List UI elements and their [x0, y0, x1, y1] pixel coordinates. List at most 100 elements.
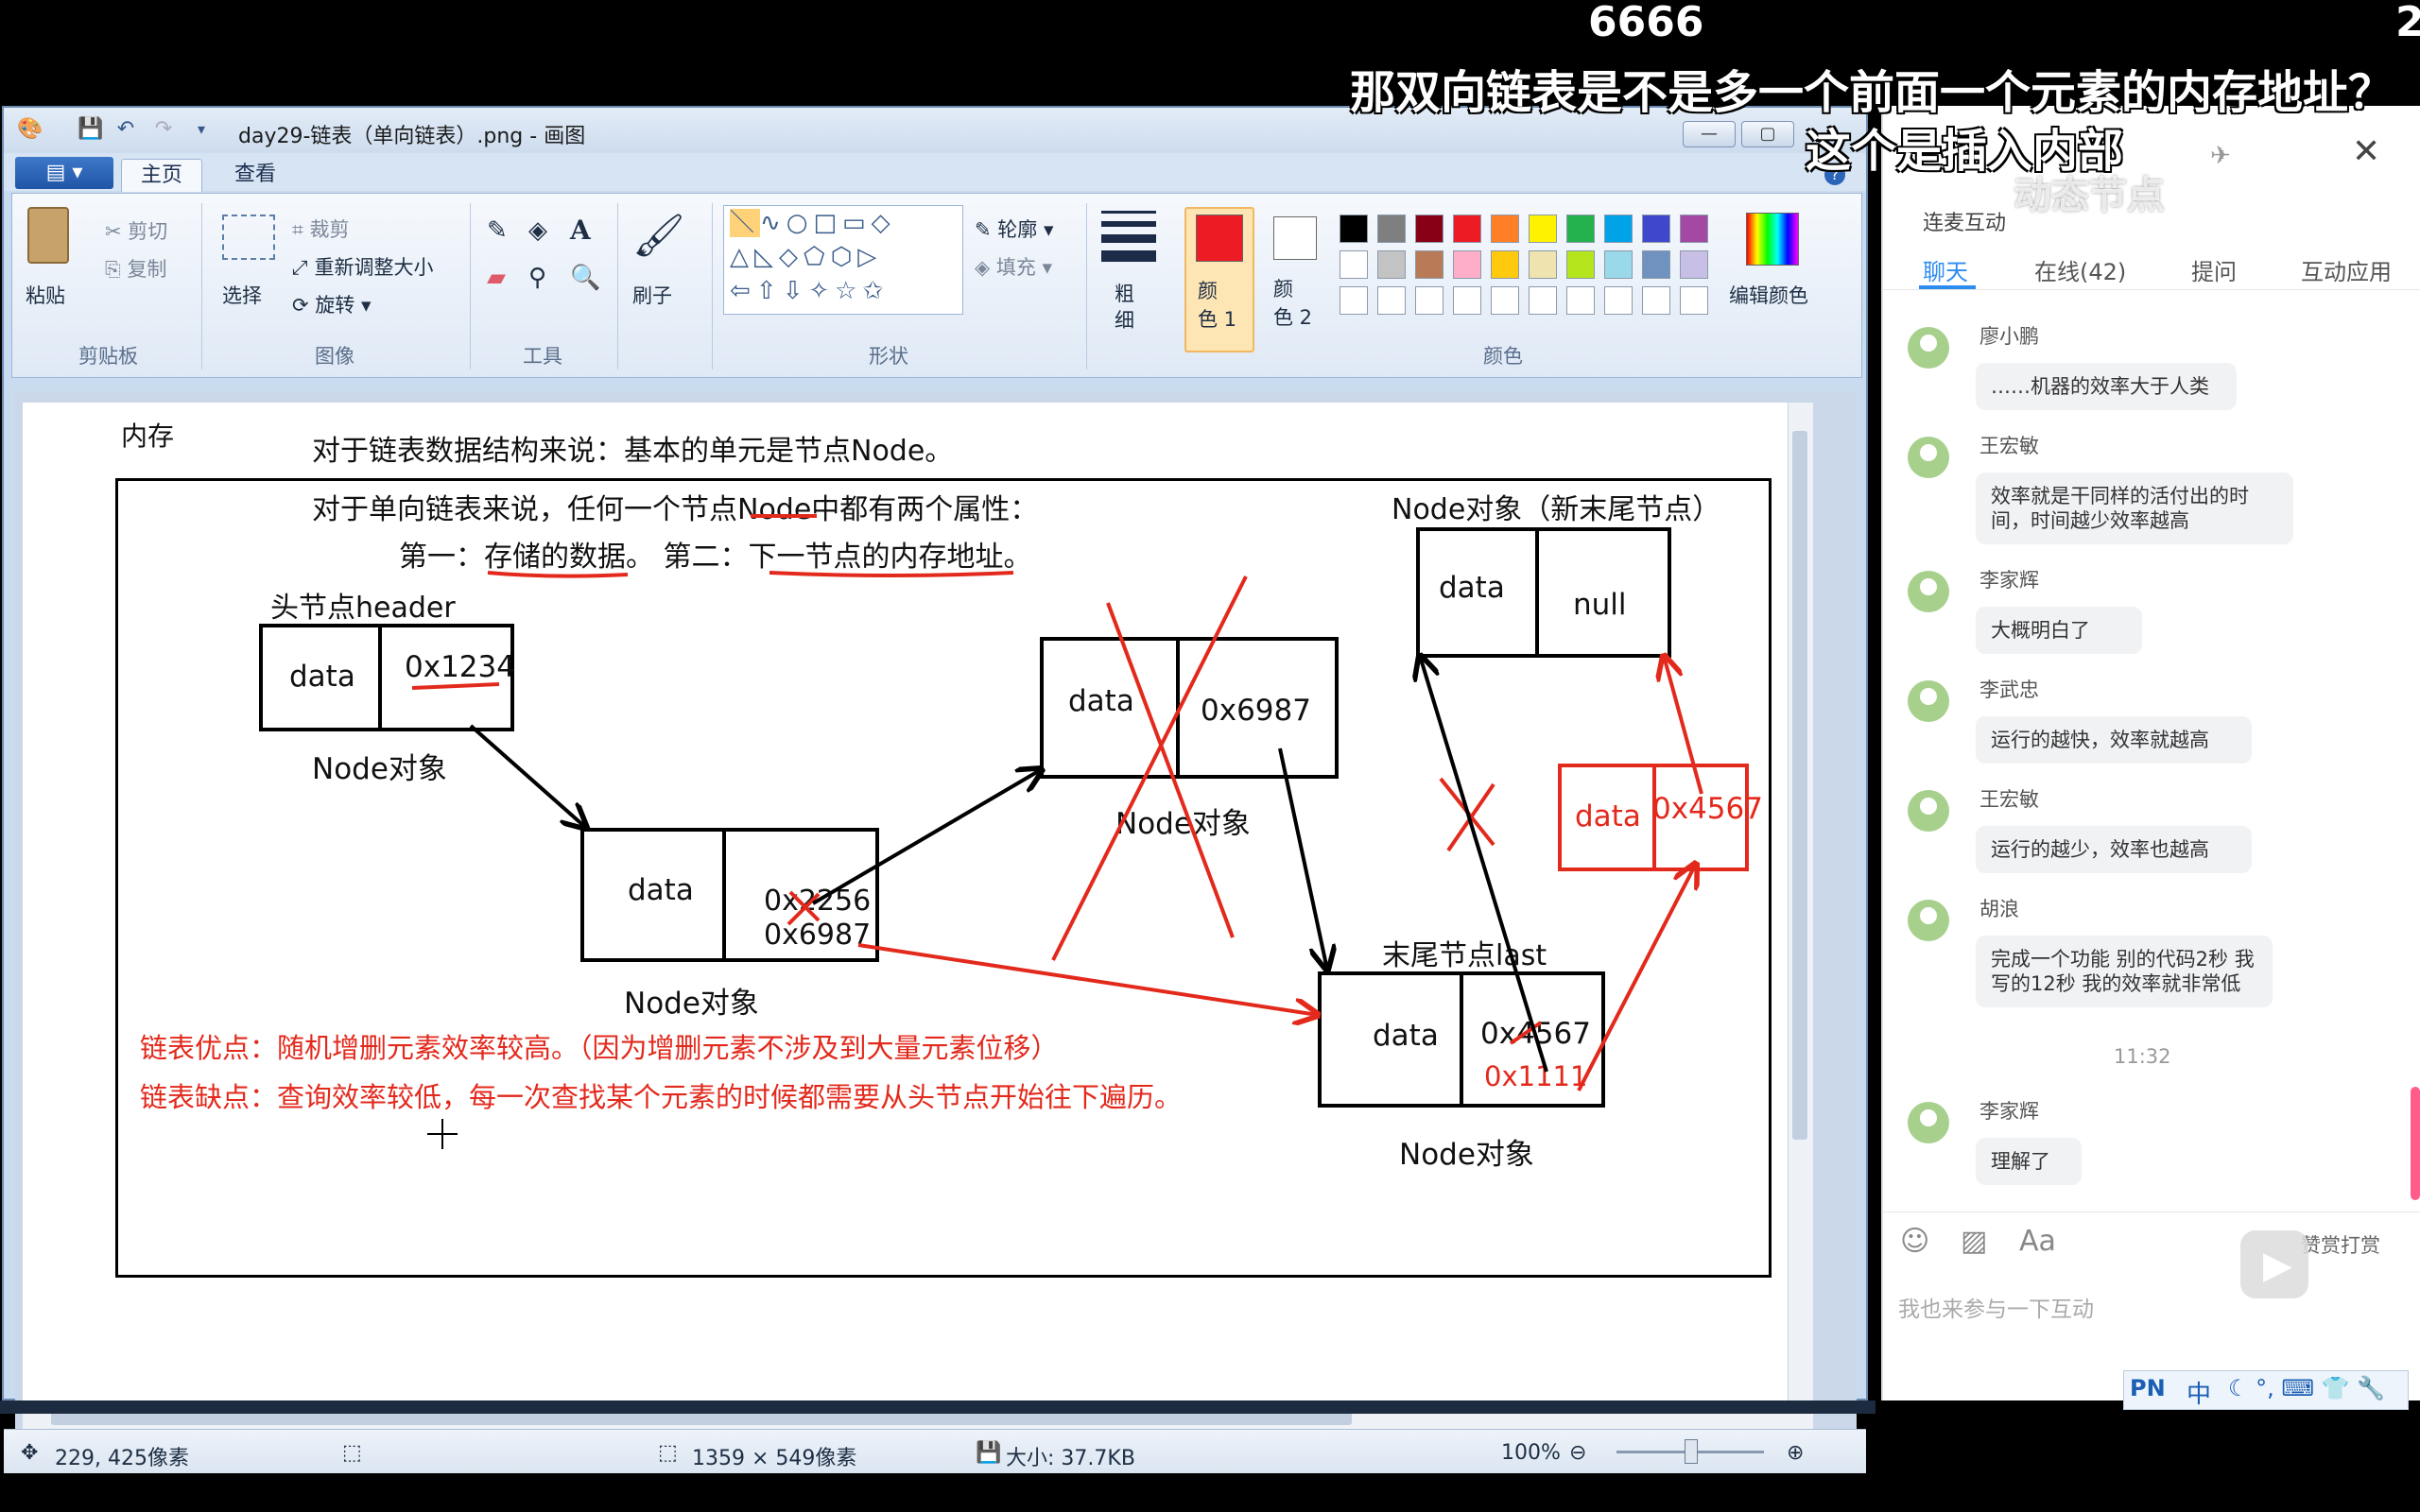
- user-avatar[interactable]: [1908, 900, 1949, 941]
- clipboard-group-label: 剪贴板: [78, 345, 138, 368]
- palette-color-swatch[interactable]: [1604, 286, 1633, 315]
- palette-color-swatch[interactable]: [1340, 250, 1368, 279]
- tab-online[interactable]: 在线(42): [2034, 253, 2126, 286]
- tab-chat[interactable]: 聊天: [1923, 253, 1968, 286]
- palette-color-swatch[interactable]: [1340, 286, 1368, 315]
- drawing-strokes: [411, 514, 1703, 1149]
- zoom-slider-thumb[interactable]: [1685, 1439, 1698, 1464]
- maximize-button[interactable]: ▢: [1741, 121, 1794, 147]
- user-avatar[interactable]: [1908, 571, 1949, 612]
- copy-button[interactable]: ⎘ 复制: [105, 254, 166, 283]
- palette-color-swatch[interactable]: [1453, 215, 1481, 243]
- fill-bucket-icon[interactable]: ◈: [528, 216, 547, 245]
- palette-color-swatch[interactable]: [1680, 286, 1708, 315]
- size-button[interactable]: 粗 细: [1115, 281, 1134, 334]
- pencil-icon[interactable]: ✎: [487, 216, 508, 245]
- palette-color-swatch[interactable]: [1604, 250, 1633, 279]
- magnifier-icon[interactable]: 🔍: [570, 264, 600, 292]
- file-menu-button[interactable]: ▤ ▾: [15, 157, 113, 189]
- brush-button[interactable]: 刷子: [632, 281, 672, 309]
- ime-mode[interactable]: 中: [2187, 1375, 2211, 1410]
- palette-color-swatch[interactable]: [1415, 250, 1443, 279]
- palette-color-swatch[interactable]: [1680, 250, 1708, 279]
- customize-quick-access-icon[interactable]: ▾: [189, 117, 214, 142]
- palette-color-swatch[interactable]: [1340, 215, 1368, 243]
- font-icon[interactable]: Aa: [2019, 1225, 2056, 1258]
- outline-button[interactable]: ✎ 轮廓 ▾: [975, 215, 1054, 243]
- fill-button[interactable]: ◈ 填充 ▾: [975, 252, 1052, 281]
- cut-button[interactable]: ✂ 剪切: [105, 216, 167, 245]
- palette-color-swatch[interactable]: [1415, 215, 1443, 243]
- brush-icon[interactable]: 🖌: [632, 211, 685, 260]
- eraser-icon[interactable]: ▰: [487, 264, 506, 292]
- palette-color-swatch[interactable]: [1566, 215, 1595, 243]
- palette-color-swatch[interactable]: [1491, 250, 1519, 279]
- palette-color-swatch[interactable]: [1415, 286, 1443, 315]
- user-avatar[interactable]: [1908, 1102, 1949, 1143]
- paste-button[interactable]: 粘贴: [26, 281, 65, 309]
- arrow-new-to-new-tail: [1664, 656, 1703, 795]
- tab-view[interactable]: 查看: [216, 159, 295, 191]
- chat-input[interactable]: 我也来参与一下互动: [1898, 1291, 2094, 1323]
- emoji-icon[interactable]: ☺: [1900, 1225, 1929, 1258]
- color2-button[interactable]: 颜 色 2: [1260, 209, 1326, 351]
- undo-icon[interactable]: ↶: [113, 117, 138, 142]
- tools-group-label: 工具: [523, 345, 562, 368]
- select-icon[interactable]: [222, 215, 275, 260]
- palette-color-swatch[interactable]: [1680, 215, 1708, 243]
- rotate-button[interactable]: ⟳ 旋转 ▾: [292, 290, 372, 318]
- palette-color-swatch[interactable]: [1566, 250, 1595, 279]
- edit-colors-button[interactable]: 编辑颜色: [1729, 281, 1808, 309]
- palette-color-swatch[interactable]: [1529, 286, 1557, 315]
- palette-color-swatch[interactable]: [1377, 250, 1406, 279]
- tab-questions[interactable]: 提问: [2191, 253, 2237, 286]
- palette-color-swatch[interactable]: [1529, 250, 1557, 279]
- minimize-button[interactable]: —: [1683, 121, 1736, 147]
- image-icon[interactable]: ▨: [1961, 1225, 1987, 1258]
- palette-color-swatch[interactable]: [1642, 215, 1670, 243]
- tab-apps[interactable]: 互动应用: [2301, 253, 2392, 286]
- text-tool-icon[interactable]: A: [570, 215, 591, 246]
- drawing-canvas[interactable]: 内存 对于链表数据结构来说：基本的单元是节点Node。 对于单向链表来说，任何一…: [23, 403, 1813, 1414]
- size-icon[interactable]: [1101, 211, 1156, 262]
- redo-icon[interactable]: ↷: [151, 117, 176, 142]
- tip-button[interactable]: 赞赏打赏: [2301, 1230, 2380, 1259]
- palette-color-swatch[interactable]: [1453, 250, 1481, 279]
- palette-color-swatch[interactable]: [1529, 215, 1557, 243]
- color-picker-icon[interactable]: ⚲: [528, 264, 546, 292]
- crop-button[interactable]: ⌗ 裁剪: [292, 215, 350, 243]
- palette-color-swatch[interactable]: [1377, 215, 1406, 243]
- user-avatar[interactable]: [1908, 327, 1949, 369]
- select-button[interactable]: 选择: [222, 281, 262, 309]
- tab-home[interactable]: 主页: [121, 159, 203, 192]
- palette-color-swatch[interactable]: [1377, 286, 1406, 315]
- user-avatar[interactable]: [1908, 437, 1949, 478]
- save-icon[interactable]: 💾: [78, 117, 103, 142]
- close-icon[interactable]: ✕: [2352, 132, 2380, 171]
- palette-color-swatch[interactable]: [1453, 286, 1481, 315]
- paste-icon[interactable]: [27, 207, 69, 264]
- zoom-out-button[interactable]: ⊖: [1569, 1441, 1586, 1465]
- vertical-scrollbar[interactable]: [1788, 403, 1813, 1414]
- user-avatar[interactable]: [1908, 680, 1949, 722]
- paint-window: 🎨 💾 ↶ ↷ ▾ day29-链表（单向链表）.png - 画图 — ▢ ▤ …: [2, 106, 1868, 1473]
- color1-swatch: [1196, 215, 1243, 262]
- zoom-in-button[interactable]: ⊕: [1787, 1441, 1804, 1465]
- color1-button[interactable]: 颜 色 1: [1184, 207, 1254, 352]
- edit-colors-icon[interactable]: [1746, 213, 1799, 266]
- line-shape-icon[interactable]: ＼: [730, 209, 761, 237]
- ime-symbols-icon[interactable]: ☾ °, ⌨ 👕 🔧: [2228, 1375, 2385, 1401]
- palette-color-swatch[interactable]: [1604, 215, 1633, 243]
- user-avatar[interactable]: [1908, 790, 1949, 832]
- palette-color-swatch[interactable]: [1491, 215, 1519, 243]
- image-group-label: 图像: [315, 345, 354, 368]
- pin-icon[interactable]: ✈: [2210, 142, 2231, 170]
- vertical-scroll-thumb[interactable]: [1792, 431, 1807, 1140]
- palette-color-swatch[interactable]: [1642, 250, 1670, 279]
- palette-color-swatch[interactable]: [1491, 286, 1519, 315]
- palette-color-swatch[interactable]: [1566, 286, 1595, 315]
- shapes-gallery[interactable]: ＼∿○□▭◇ △◺◇⬠⬡▷ ⇦⇧⇩✧☆✩: [723, 205, 963, 315]
- resize-button[interactable]: ⤢ 重新调整大小: [292, 252, 433, 281]
- palette-color-swatch[interactable]: [1642, 286, 1670, 315]
- play-video-button[interactable]: ▶: [2240, 1230, 2308, 1298]
